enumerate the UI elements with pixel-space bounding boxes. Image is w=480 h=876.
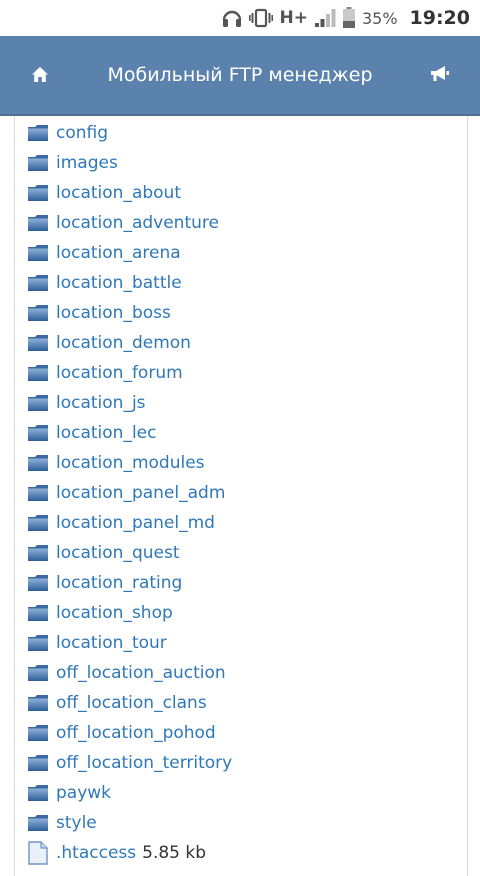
folder-item[interactable]: location_demon: [27, 328, 232, 358]
folder-link[interactable]: location_battle: [56, 273, 182, 293]
folder-link[interactable]: location_boss: [56, 303, 171, 323]
folder-item[interactable]: location_about: [27, 178, 232, 208]
folder-link[interactable]: off_location_territory: [56, 753, 232, 773]
folder-icon: [27, 814, 49, 832]
folder-item[interactable]: location_modules: [27, 448, 232, 478]
folder-icon: [27, 154, 49, 172]
folder-icon: [27, 454, 49, 472]
folder-icon: [27, 394, 49, 412]
folder-item[interactable]: off_location_territory: [27, 748, 232, 778]
folder-item[interactable]: images: [27, 148, 232, 178]
folder-link[interactable]: location_quest: [56, 543, 180, 563]
folder-icon: [27, 124, 49, 142]
folder-item[interactable]: style: [27, 808, 232, 838]
folder-icon: [27, 244, 49, 262]
folder-item[interactable]: paywk: [27, 778, 232, 808]
folder-item[interactable]: location_panel_adm: [27, 478, 232, 508]
folder-icon: [27, 694, 49, 712]
folder-icon: [27, 634, 49, 652]
folder-link[interactable]: location_shop: [56, 603, 173, 623]
folder-item[interactable]: off_location_auction: [27, 658, 232, 688]
folder-item[interactable]: location_adventure: [27, 208, 232, 238]
folder-icon: [27, 664, 49, 682]
folder-item[interactable]: config: [27, 118, 232, 148]
folder-icon: [27, 214, 49, 232]
folder-link[interactable]: paywk: [56, 783, 111, 803]
network-type: H+: [279, 8, 308, 28]
folder-link[interactable]: off_location_clans: [56, 693, 207, 713]
headphones-icon: [221, 8, 243, 28]
folder-link[interactable]: location_modules: [56, 453, 205, 473]
folder-link[interactable]: location_rating: [56, 573, 182, 593]
signal-icon: [314, 8, 336, 28]
folder-link[interactable]: location_tour: [56, 633, 167, 653]
battery-icon: [342, 7, 356, 29]
folder-link[interactable]: location_forum: [56, 363, 183, 383]
folder-link[interactable]: off_location_auction: [56, 663, 226, 683]
folder-link[interactable]: location_js: [56, 393, 146, 413]
folder-item[interactable]: location_battle: [27, 268, 232, 298]
folder-icon: [27, 424, 49, 442]
folder-link[interactable]: location_panel_adm: [56, 483, 225, 503]
folder-item[interactable]: location_quest: [27, 538, 232, 568]
folder-item[interactable]: location_arena: [27, 238, 232, 268]
folder-item[interactable]: location_tour: [27, 628, 232, 658]
clock: 19:20: [409, 7, 470, 29]
folder-link[interactable]: location_about: [56, 183, 181, 203]
folder-item[interactable]: location_rating: [27, 568, 232, 598]
vibrate-icon: [249, 8, 274, 28]
app-header: Мобильный FTP менеджер: [0, 36, 480, 116]
folder-item[interactable]: location_shop: [27, 598, 232, 628]
folder-item[interactable]: off_location_clans: [27, 688, 232, 718]
folder-link[interactable]: style: [56, 813, 97, 833]
folder-icon: [27, 544, 49, 562]
file-icon: [27, 841, 49, 865]
folder-item[interactable]: location_lec: [27, 418, 232, 448]
folder-link[interactable]: location_panel_md: [56, 513, 215, 533]
folder-icon: [27, 724, 49, 742]
home-button[interactable]: [26, 63, 54, 89]
folder-icon: [27, 184, 49, 202]
folder-icon: [27, 574, 49, 592]
page-title: Мобильный FTP менеджер: [107, 64, 373, 86]
folder-icon: [27, 364, 49, 382]
status-bar: H+ 35% 19:20: [0, 0, 480, 36]
folder-link[interactable]: location_arena: [56, 243, 181, 263]
file-link[interactable]: .htaccess: [56, 843, 136, 863]
folder-icon: [27, 304, 49, 322]
folder-link[interactable]: location_demon: [56, 333, 191, 353]
folder-icon: [27, 604, 49, 622]
home-icon: [31, 66, 49, 87]
folder-icon: [27, 274, 49, 292]
file-size: 5.85 kb: [142, 843, 207, 863]
file-list-panel: config images location_about location_ad…: [14, 116, 468, 876]
folder-icon: [27, 754, 49, 772]
folder-item[interactable]: off_location_pohod: [27, 718, 232, 748]
announcements-button[interactable]: [426, 63, 454, 89]
folder-icon: [27, 784, 49, 802]
folder-icon: [27, 484, 49, 502]
folder-link[interactable]: location_lec: [56, 423, 156, 443]
folder-link[interactable]: config: [56, 123, 108, 143]
folder-icon: [27, 514, 49, 532]
file-list: config images location_about location_ad…: [27, 118, 232, 868]
folder-link[interactable]: location_adventure: [56, 213, 219, 233]
file-item[interactable]: .htaccess 5.85 kb: [27, 838, 232, 868]
folder-item[interactable]: location_panel_md: [27, 508, 232, 538]
megaphone-icon: [430, 65, 450, 87]
folder-link[interactable]: images: [56, 153, 118, 173]
folder-item[interactable]: location_boss: [27, 298, 232, 328]
folder-item[interactable]: location_js: [27, 388, 232, 418]
folder-item[interactable]: location_forum: [27, 358, 232, 388]
battery-percent: 35%: [361, 8, 398, 28]
folder-icon: [27, 334, 49, 352]
folder-link[interactable]: off_location_pohod: [56, 723, 216, 743]
